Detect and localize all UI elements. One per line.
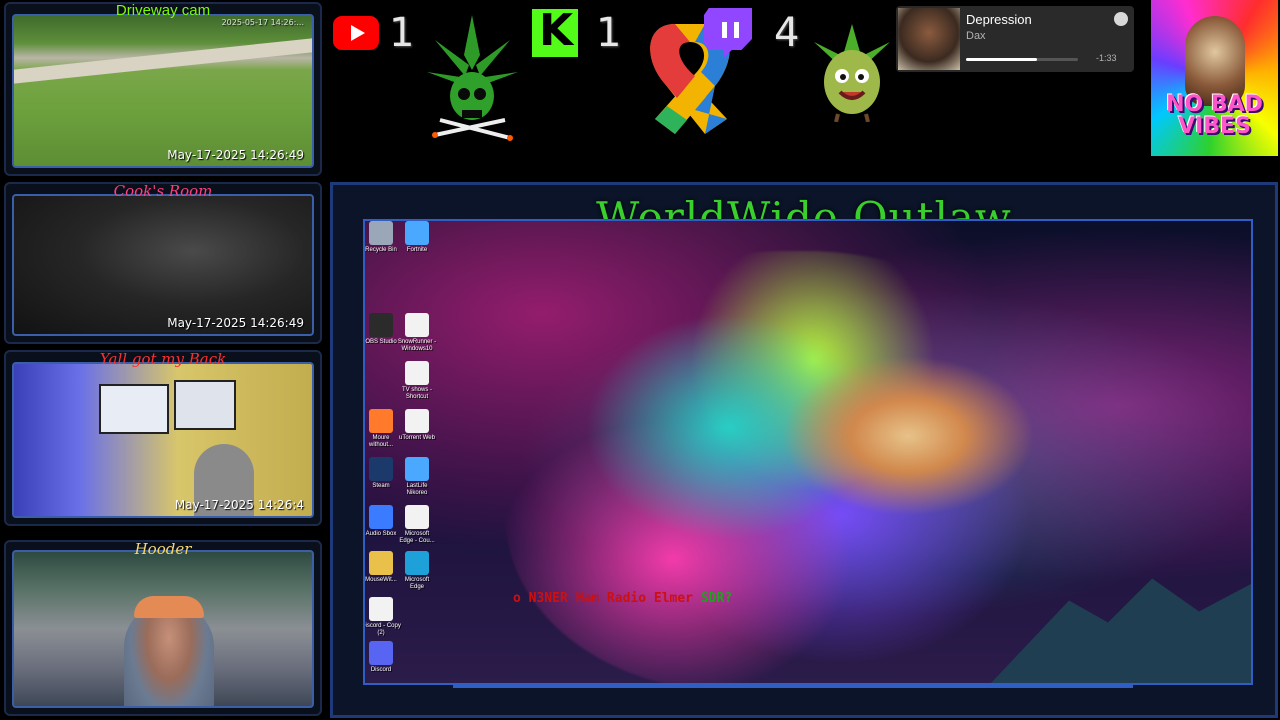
desktop-icon-label: Discord — [370, 667, 392, 673]
desktop-icon[interactable]: MouseWit... — [365, 551, 401, 584]
desktop-icon-image — [369, 597, 393, 621]
cam-timestamp: May-17-2025 14:26:4 — [174, 498, 304, 512]
monitor-right — [174, 380, 236, 430]
desktop-icon-label: Moure without... — [368, 435, 393, 448]
studio-cam-panel: May-17-2025 14:26:4 Yall got my Back — [4, 350, 322, 526]
cam-title: Driveway cam — [115, 2, 211, 19]
desktop-icon[interactable]: uTorrent Web — [397, 409, 437, 442]
driveway-cam-panel: 2025-05-17 14:26:... May-17-2025 14:26:4… — [4, 2, 322, 176]
desktop-icon[interactable]: Microsoft Edge - Cou... — [397, 505, 437, 545]
kick-stat: K 1 — [532, 5, 621, 58]
streamer-cam-feed — [12, 550, 314, 708]
streamer-cam-panel: Hooder — [4, 540, 322, 716]
desktop-icon-label: Fortnite — [406, 247, 428, 253]
twitch-stat: 4 — [704, 8, 799, 58]
spotify-now-playing[interactable]: Depression Dax -1:33 — [896, 6, 1134, 72]
album-art — [898, 8, 960, 70]
cam-timestamp: May-17-2025 14:26:49 — [167, 316, 304, 330]
stream-overlay: 2025-05-17 14:26:... May-17-2025 14:26:4… — [0, 0, 1280, 720]
desktop-icon[interactable]: SnowRunner - Windows10 — [397, 313, 437, 353]
cam-title: Cook's Room — [113, 182, 213, 200]
desktop-icon[interactable]: Discord — [365, 641, 401, 674]
ticker-text: o N3NER Ham Radio Elmer SDR? — [513, 591, 732, 606]
artist-name: Dax — [966, 30, 986, 42]
desktop-icon-image — [369, 409, 393, 433]
no-bad-vibes-gnome-image: NO BAD VIBES — [1151, 0, 1278, 156]
cam-timestamp: May-17-2025 14:26:49 — [167, 148, 304, 162]
desktop-icon-image — [369, 313, 393, 337]
desktop-icon-image — [405, 409, 429, 433]
cam-title: Hooder — [134, 540, 192, 558]
twitch-icon — [704, 8, 752, 58]
desktop-icon-label: Microsoft Edge — [404, 577, 430, 590]
desktop-icon-image — [405, 361, 429, 385]
desktop-icon-image — [405, 551, 429, 575]
desktop-icon-image — [369, 457, 393, 481]
desktop-icon-label: Audio Sbox — [365, 531, 397, 537]
desktop-icon-image — [405, 221, 429, 245]
monitor-left — [99, 384, 169, 434]
desktop-icon-label: Steam — [372, 483, 390, 489]
desktop-icon[interactable]: Recycle Bin — [365, 221, 401, 254]
youtube-count: 1 — [389, 10, 415, 56]
desktop-icon-image — [369, 641, 393, 665]
desktop-icon[interactable]: OBS Studio — [365, 313, 401, 346]
twitch-count: 4 — [774, 10, 800, 56]
desktop-icon[interactable]: Audio Sbox — [365, 505, 401, 538]
frame-accent-bottom — [453, 685, 1133, 688]
song-title: Depression — [966, 12, 1032, 27]
desktop-icon-image — [405, 505, 429, 529]
cam-title: Yall got my Back — [99, 350, 227, 368]
driveway-road — [14, 38, 312, 84]
gnome-text: NO BAD VIBES — [1166, 92, 1263, 139]
cooks-room-cam-feed: May-17-2025 14:26:49 — [12, 194, 314, 336]
desktop-capture-panel: WorldWide Outlaw Recycle Bin Fortnite OBS … — [330, 182, 1278, 718]
ticker-red: o N3NER Ham Radio Elmer — [513, 591, 701, 606]
desktop-icon-image — [405, 313, 429, 337]
playback-progress-bar[interactable] — [966, 58, 1078, 61]
cannabis-skull-icon — [427, 15, 518, 141]
desktop-icon-image — [405, 457, 429, 481]
kick-letter: K — [539, 5, 574, 56]
desktop-icon-label: Recycle Bin — [365, 247, 397, 253]
desktop-icon[interactable]: Steam — [365, 457, 401, 490]
desktop-icon-label: LastLife Nikoreo — [406, 483, 428, 496]
spotify-icon — [1114, 12, 1128, 26]
kick-icon: K — [532, 5, 578, 57]
desktop-icon[interactable]: Moure without... — [365, 409, 401, 449]
cooks-room-cam-panel: May-17-2025 14:26:49 Cook's Room — [4, 182, 322, 344]
desktop-icon-label: Microsoft Edge - Cou... — [399, 531, 435, 544]
desktop-icon-label: Discord - Copy (2) — [363, 623, 401, 636]
ticker-green: SDR? — [700, 591, 733, 606]
playback-progress-fill — [966, 58, 1037, 61]
youtube-stat: 1 — [333, 8, 414, 58]
lion-wallpaper-art — [505, 251, 1065, 683]
desktop-icon[interactable]: Fortnite — [397, 221, 437, 254]
desktop-icon[interactable]: TV shows - Shortcut — [397, 361, 437, 401]
desktop-icon[interactable]: Discord - Copy (2) — [363, 597, 401, 637]
desktop-icon[interactable]: Microsoft Edge — [397, 551, 437, 591]
youtube-icon — [333, 16, 379, 50]
desktop-icon-image — [369, 221, 393, 245]
desktop-icon-label: SnowRunner - Windows10 — [397, 339, 437, 352]
desktop-icon-label: uTorrent Web — [399, 435, 435, 441]
desktop-icon[interactable]: LastLife Nikoreo — [397, 457, 437, 497]
time-remaining: -1:33 — [1096, 53, 1117, 63]
desktop-icon-label: MouseWit... — [365, 577, 397, 583]
desktop-wallpaper: Recycle Bin Fortnite OBS Studio SnowRunner … — [363, 219, 1253, 685]
desktop-icon-image — [369, 505, 393, 529]
desktop-icon-label: OBS Studio — [365, 339, 397, 345]
cannabis-mascot-icon — [814, 24, 890, 122]
streamer-cap — [134, 596, 204, 618]
desktop-icon-image — [369, 551, 393, 575]
studio-cam-feed: May-17-2025 14:26:4 — [12, 362, 314, 518]
driveway-cam-feed: 2025-05-17 14:26:... May-17-2025 14:26:4… — [12, 14, 314, 168]
desktop-icon-label: TV shows - Shortcut — [401, 387, 432, 400]
